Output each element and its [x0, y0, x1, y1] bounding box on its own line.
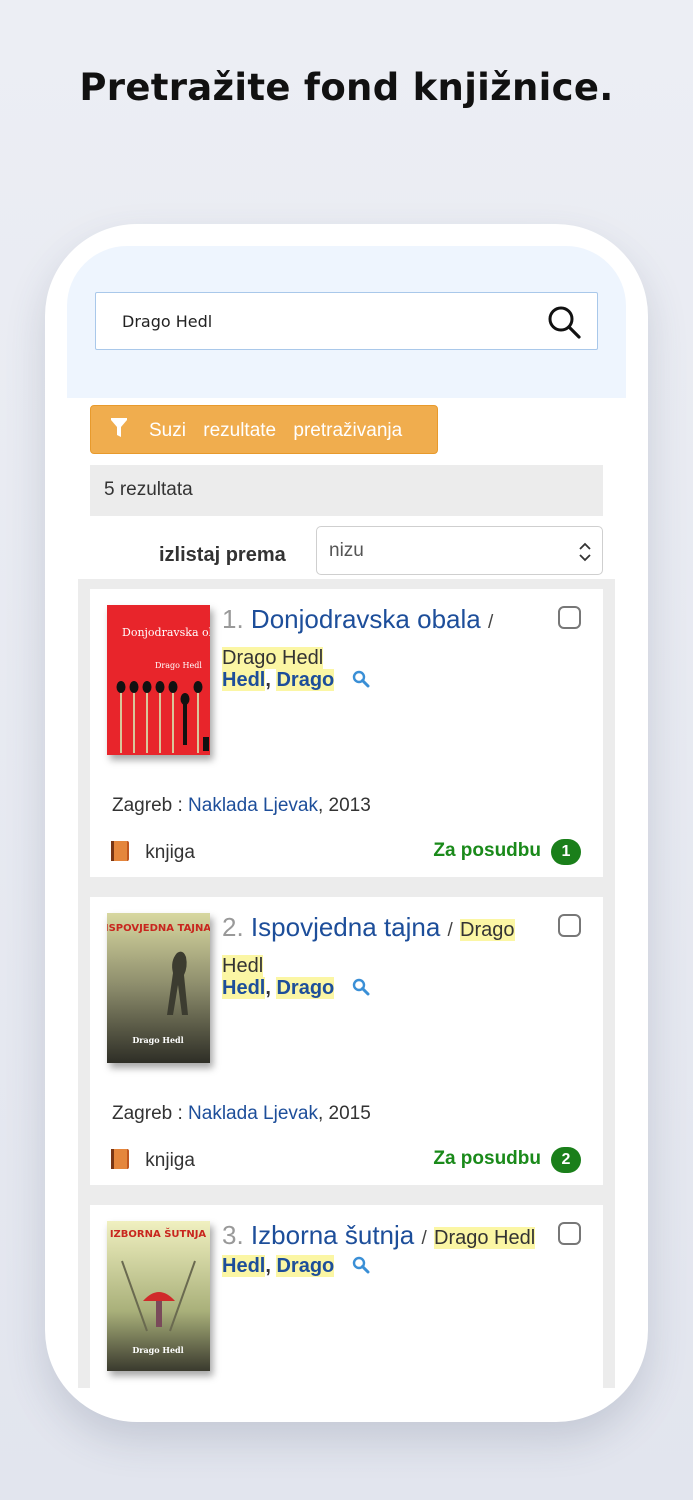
- author-first-link[interactable]: Drago: [276, 977, 335, 999]
- author-search-icon[interactable]: [352, 978, 370, 996]
- cover-title: ISPOVJEDNA TAJNA: [107, 923, 210, 934]
- title-separator: /: [421, 1228, 427, 1249]
- phone-frame: Drago Hedl Suzi rezultate pretraživanja …: [45, 224, 648, 1422]
- publication-place: Zagreb :: [112, 1103, 183, 1124]
- result-publication: Zagreb : Naklada Ljevak, 2013: [112, 795, 371, 817]
- sort-label: izlistaj prema: [159, 544, 286, 566]
- result-publication: Zagreb : Naklada Ljevak, 2015: [112, 1103, 371, 1125]
- result-number: 3.: [222, 1220, 244, 1250]
- copies-badge: 1: [551, 839, 581, 865]
- result-type: knjiga: [110, 840, 195, 864]
- search-input-value: Drago Hedl: [122, 312, 213, 331]
- select-checkbox[interactable]: [558, 914, 581, 937]
- availability-label: Za posudbu: [433, 840, 541, 861]
- author-search-icon[interactable]: [352, 670, 370, 688]
- result-title-link[interactable]: Ispovjedna tajna: [251, 912, 440, 942]
- cover-author: Drago Hedl: [132, 1035, 183, 1045]
- copies-badge: 2: [551, 1147, 581, 1173]
- publication-place: Zagreb :: [112, 795, 183, 816]
- results-list: Donjodravska obala Drago Hedl: [78, 579, 615, 1388]
- author-last-link[interactable]: Hedl: [222, 977, 266, 999]
- cover-title: Donjodravska obala: [122, 626, 210, 639]
- result-number: 1.: [222, 604, 244, 634]
- result-availability[interactable]: Za posudbu 2: [433, 1147, 581, 1173]
- cover-title: IZBORNA ŠUTNJA: [110, 1227, 207, 1240]
- book-cover-figure[interactable]: ISPOVJEDNA TAJNA Drago Hedl: [107, 913, 210, 1063]
- result-title-line: 2. Ispovjedna tajna / Drago Hedl: [222, 911, 552, 982]
- author-last-link[interactable]: Hedl: [222, 1255, 266, 1277]
- select-checkbox[interactable]: [558, 1222, 581, 1245]
- result-responsibility: Drago Hedl: [434, 1227, 536, 1249]
- book-icon: [111, 1149, 129, 1169]
- result-type-label: knjiga: [145, 1150, 195, 1171]
- author-search-icon[interactable]: [352, 1256, 370, 1274]
- results-count-bar: 5 rezultata: [90, 465, 603, 516]
- title-separator: /: [447, 920, 453, 941]
- app-screen: Drago Hedl Suzi rezultate pretraživanja …: [67, 246, 626, 1388]
- book-cover-matches[interactable]: Donjodravska obala Drago Hedl: [107, 605, 210, 755]
- author-last-link[interactable]: Hedl: [222, 669, 266, 691]
- publication-year: , 2013: [317, 795, 371, 816]
- result-item: IZBORNA ŠUTNJA Drago Hedl 3. Izborna šut…: [90, 1205, 603, 1388]
- publisher-link[interactable]: Naklada Ljevak: [188, 795, 318, 816]
- title-separator: /: [487, 612, 494, 633]
- search-icon[interactable]: [547, 305, 581, 339]
- result-responsibility: Drago Hedl: [222, 647, 324, 669]
- search-input[interactable]: Drago Hedl: [95, 292, 598, 350]
- author-first-link[interactable]: Drago: [276, 1255, 335, 1277]
- result-title-line: 1. Donjodravska obala / Drago Hedl: [222, 603, 552, 674]
- refine-results-button[interactable]: Suzi rezultate pretraživanja: [90, 405, 438, 454]
- filter-icon: [111, 418, 127, 437]
- author-separator: ,: [265, 669, 271, 691]
- result-number: 2.: [222, 912, 244, 942]
- result-authors: Hedl, Drago: [222, 669, 370, 692]
- availability-label: Za posudbu: [433, 1148, 541, 1169]
- cover-author: Drago Hedl: [155, 661, 202, 670]
- author-first-link[interactable]: Drago: [276, 669, 335, 691]
- result-availability[interactable]: Za posudbu 1: [433, 839, 581, 865]
- result-item: Donjodravska obala Drago Hedl: [90, 589, 603, 877]
- book-icon: [111, 841, 129, 861]
- result-title-link[interactable]: Donjodravska obala: [251, 604, 481, 634]
- result-authors: Hedl, Drago: [222, 977, 370, 1000]
- page-headline: Pretražite fond knjižnice.: [79, 66, 614, 109]
- sort-select[interactable]: nizu: [316, 526, 603, 575]
- result-authors: Hedl, Drago: [222, 1255, 370, 1278]
- book-cover-umbrella[interactable]: IZBORNA ŠUTNJA Drago Hedl: [107, 1221, 210, 1371]
- result-type-label: knjiga: [145, 842, 195, 863]
- search-area: Drago Hedl: [67, 246, 626, 398]
- author-separator: ,: [265, 1255, 271, 1277]
- result-title-link[interactable]: Izborna šutnja: [251, 1220, 414, 1250]
- sort-selected-value: nizu: [329, 540, 364, 561]
- refine-results-label: Suzi rezultate pretraživanja: [149, 420, 403, 441]
- cover-author: Drago Hedl: [132, 1345, 183, 1355]
- publication-year: , 2015: [317, 1103, 371, 1124]
- chevron-up-down-icon: [579, 542, 591, 562]
- result-item: ISPOVJEDNA TAJNA Drago Hedl 2. Ispovjedn…: [90, 897, 603, 1185]
- author-separator: ,: [265, 977, 271, 999]
- result-type: knjiga: [110, 1148, 195, 1172]
- result-title-line: 3. Izborna šutnja / Drago Hedl: [222, 1219, 552, 1255]
- select-checkbox[interactable]: [558, 606, 581, 629]
- results-count: 5 rezultata: [104, 479, 193, 500]
- publisher-link[interactable]: Naklada Ljevak: [188, 1103, 318, 1124]
